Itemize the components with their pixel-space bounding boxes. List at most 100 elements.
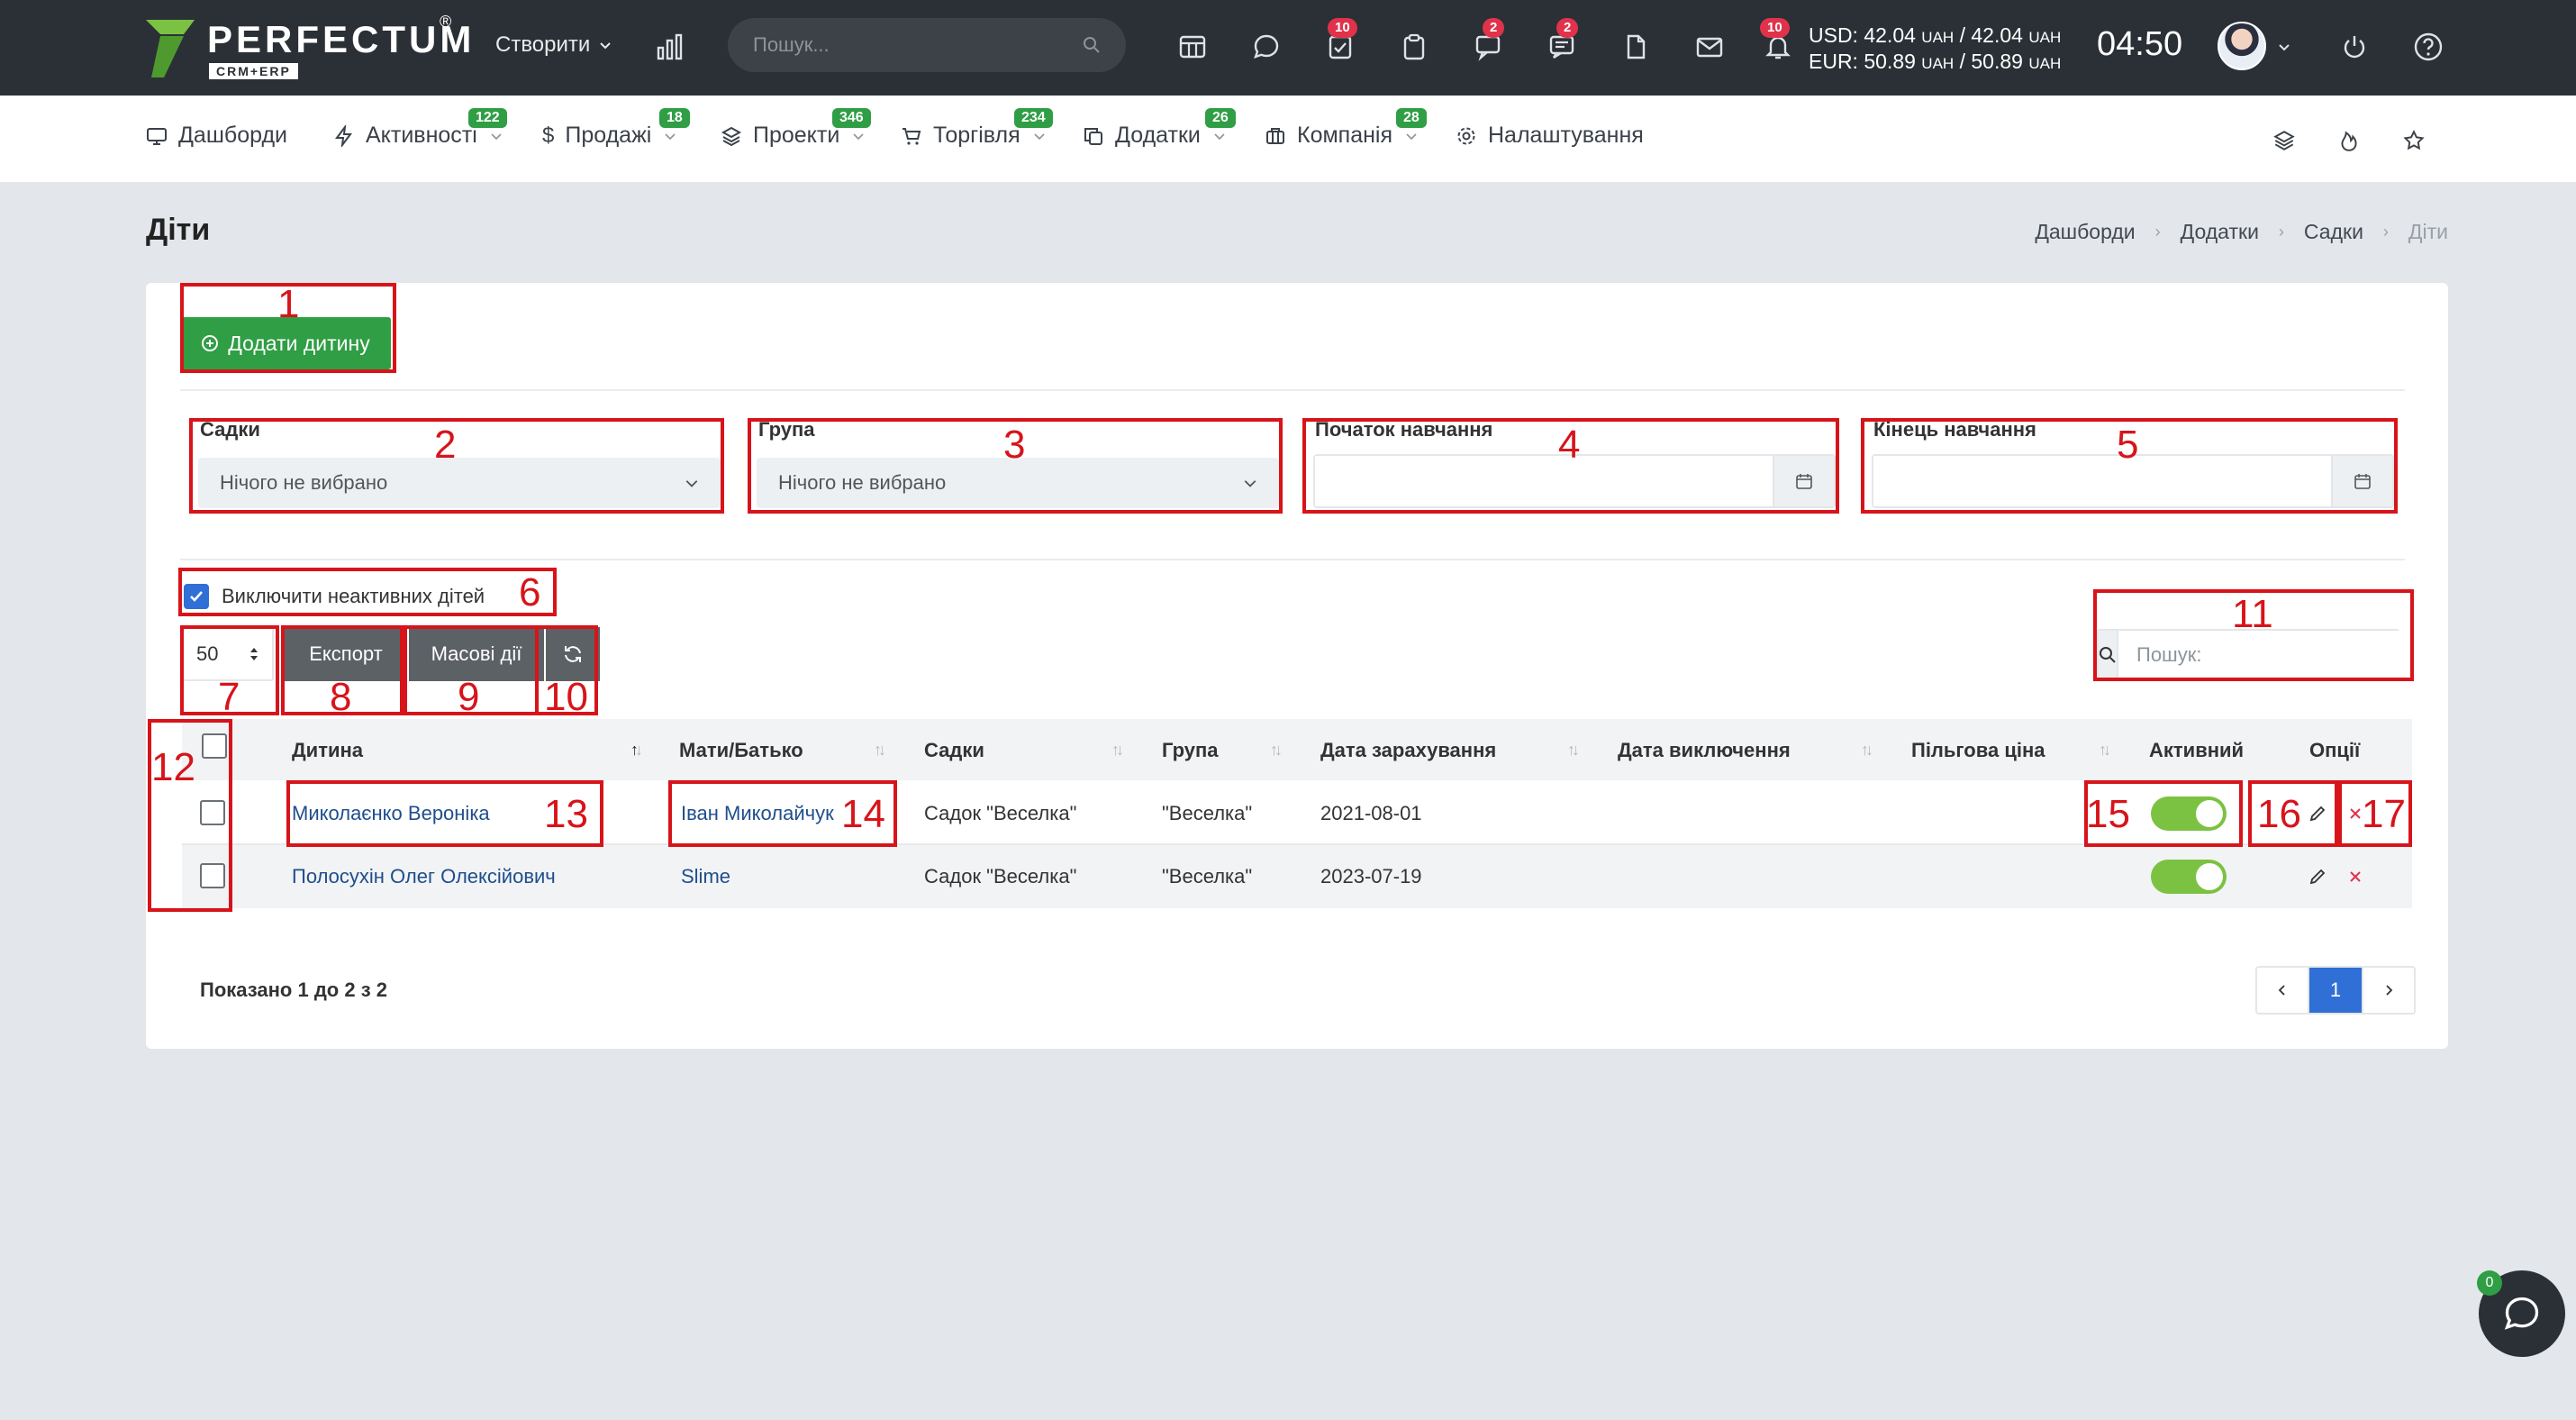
sort-icon[interactable]: ↑↓	[1270, 741, 1283, 760]
active-toggle[interactable]	[2151, 796, 2227, 831]
page-button-current[interactable]: 1	[2309, 968, 2362, 1013]
chevron-down-icon	[665, 132, 676, 140]
chat-bubble-icon[interactable]	[1247, 27, 1286, 67]
col-discount[interactable]: Пільгова ціна	[1911, 739, 2045, 762]
child-name-link[interactable]: Полосухін Олег Олексійович	[292, 865, 556, 888]
calendar-table-icon[interactable]	[1173, 27, 1212, 67]
col-kindergarten[interactable]: Садки	[924, 739, 984, 762]
sort-icon[interactable]: ↑↓	[630, 741, 643, 760]
nav-trade-badge: 234	[1014, 108, 1053, 128]
search-icon	[1084, 37, 1100, 53]
child-name-link[interactable]: Миколаєнко Вероніка	[292, 802, 490, 825]
avatar[interactable]	[2218, 22, 2266, 70]
chevron-down-icon	[600, 42, 612, 50]
logo-subtitle: CRM+ERP	[209, 63, 298, 79]
next-page-button[interactable]	[2362, 968, 2414, 1013]
gear-icon	[1457, 127, 1475, 144]
bulk-actions-button[interactable]: Масові дії	[409, 627, 544, 681]
kindergartens-select[interactable]: Нічого не вибрано	[198, 458, 721, 508]
notifications-badge: 10	[1760, 18, 1790, 38]
col-parent[interactable]: Мати/Батько	[679, 739, 803, 762]
end-date-filter: Кінець навчання	[1872, 418, 2394, 508]
calendar-icon[interactable]	[1773, 456, 1834, 506]
col-enrolled[interactable]: Дата зарахування	[1320, 739, 1496, 762]
edit-icon[interactable]	[2306, 802, 2329, 825]
col-group[interactable]: Група	[1162, 739, 1219, 762]
nav-activities[interactable]: Активності 122	[333, 108, 507, 149]
chevron-left-icon	[2278, 985, 2285, 996]
breadcrumb-kindergartens[interactable]: Садки	[2304, 220, 2363, 244]
currency-rates: USD: 42.04 UAH / 42.04 UAH EUR: 50.89 UA…	[1809, 23, 2061, 76]
col-excluded[interactable]: Дата виключення	[1618, 739, 1791, 762]
nav-projects[interactable]: Проекти 346	[721, 108, 871, 149]
end-date-input[interactable]	[1873, 456, 2331, 506]
main-nav: Дашборди Активності 122 $ Продажі 18 Про…	[0, 96, 2576, 182]
parent-name-link[interactable]: Іван Миколайчук	[681, 802, 834, 825]
document-icon[interactable]	[1616, 27, 1655, 67]
group-select[interactable]: Нічого не вибрано	[757, 458, 1279, 508]
clipboard-icon[interactable]	[1394, 27, 1434, 67]
sort-icon[interactable]: ↑↓	[1567, 741, 1580, 760]
select-all-checkbox[interactable]	[202, 733, 227, 759]
export-button[interactable]: Експорт	[285, 627, 407, 681]
eur-rate-2: / 50.89	[1959, 50, 2023, 73]
start-date-filter: Початок навчання	[1313, 418, 1836, 508]
active-toggle[interactable]	[2151, 860, 2227, 894]
eur-unit: UAH	[1921, 55, 1955, 72]
delete-icon[interactable]	[2344, 802, 2367, 825]
calendar-icon[interactable]	[2331, 456, 2392, 506]
mail-icon[interactable]	[1690, 27, 1729, 67]
edit-icon[interactable]	[2306, 865, 2329, 888]
breadcrumb-dashboards[interactable]: Дашборди	[2035, 220, 2135, 244]
stack-icon[interactable]	[2266, 123, 2302, 159]
clock: 04:50	[2097, 25, 2183, 63]
nav-addons[interactable]: Додатки 26	[1083, 108, 1236, 149]
nav-dashboards[interactable]: Дашборди	[146, 123, 287, 149]
parent-name-link[interactable]: Slime	[681, 865, 730, 888]
create-menu-button[interactable]: Створити	[495, 32, 612, 58]
sort-icon[interactable]: ↑↓	[1111, 741, 1124, 760]
add-child-button[interactable]: Додати дитину	[180, 317, 391, 369]
prev-page-button[interactable]	[2257, 968, 2309, 1013]
monitor-icon	[147, 127, 167, 145]
breadcrumb-addons[interactable]: Додатки	[2181, 220, 2259, 244]
row-checkbox[interactable]	[200, 800, 225, 825]
global-search[interactable]	[728, 18, 1126, 72]
star-icon[interactable]	[2396, 123, 2432, 159]
start-date-input[interactable]	[1315, 456, 1773, 506]
dollar-icon: $	[542, 123, 555, 148]
sort-icon[interactable]: ↑↓	[2099, 741, 2111, 760]
group-cell: "Веселка"	[1162, 865, 1253, 888]
delete-icon[interactable]	[2344, 865, 2367, 888]
search-icon	[2099, 631, 2118, 679]
table-row: Полосухін Олег Олексійович Slime Садок "…	[182, 845, 2412, 908]
help-icon[interactable]	[2408, 27, 2448, 67]
exclude-inactive-checkbox[interactable]	[184, 584, 209, 609]
breadcrumb-current: Діти	[2408, 220, 2448, 243]
enrolled-date-cell: 2023-07-19	[1320, 865, 1422, 888]
user-menu-chevron-icon[interactable]	[2272, 27, 2297, 67]
messages-badge: 2	[1556, 18, 1579, 38]
add-child-label: Додати дитину	[228, 331, 370, 355]
plus-circle-icon	[202, 335, 219, 351]
fire-icon[interactable]	[2331, 123, 2367, 159]
sort-icon[interactable]: ↑↓	[874, 741, 886, 760]
nav-settings[interactable]: Налаштування	[1456, 123, 1644, 149]
nav-company[interactable]: Компанія 28	[1265, 108, 1427, 149]
nav-trade[interactable]: Торгівля 234	[901, 108, 1053, 149]
chevron-down-icon	[1034, 132, 1045, 140]
col-child[interactable]: Дитина	[292, 739, 363, 762]
refresh-button[interactable]	[546, 627, 600, 681]
exclude-inactive-toggle[interactable]: Виключити неактивних дітей	[184, 584, 485, 609]
row-checkbox[interactable]	[200, 863, 225, 888]
power-icon[interactable]	[2335, 27, 2374, 67]
table-search-input[interactable]	[2118, 631, 2414, 679]
reports-icon[interactable]	[650, 27, 690, 67]
logo[interactable]: PERFECTUM ® CRM+ERP	[144, 13, 471, 81]
chevron-down-icon	[1214, 132, 1225, 140]
per-page-select[interactable]: 50	[182, 627, 274, 681]
refresh-icon	[565, 646, 581, 662]
sort-icon[interactable]: ↑↓	[1861, 741, 1873, 760]
nav-sales[interactable]: $ Продажі 18	[542, 108, 690, 149]
global-search-input[interactable]	[753, 33, 1083, 57]
